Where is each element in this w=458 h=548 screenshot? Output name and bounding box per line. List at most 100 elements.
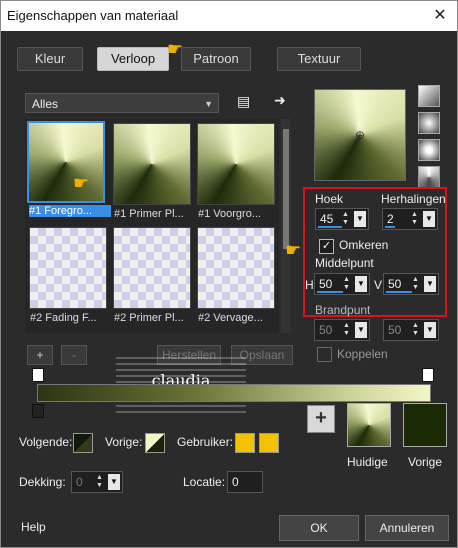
middelpunt-v-value: 50 — [388, 277, 402, 291]
chevron-down-icon[interactable]: ▼ — [424, 322, 436, 338]
radial-gradient-style-button[interactable] — [418, 166, 440, 188]
gallery-item-label: #2 Fading F... — [30, 312, 97, 324]
spin-arrows-icon[interactable]: ▲ ▼ — [343, 276, 353, 292]
category-value: Alles — [32, 97, 59, 111]
previous-color-swatch[interactable] — [403, 403, 447, 447]
list-view-icon[interactable]: ▤ — [237, 93, 250, 110]
help-link[interactable]: Help — [21, 520, 46, 534]
volgende-swatch[interactable] — [73, 433, 93, 453]
spin-arrows-icon[interactable]: ▲ ▼ — [342, 211, 352, 227]
scrollbar-thumb[interactable] — [283, 129, 289, 249]
v-label: V — [374, 278, 383, 292]
herhalingen-slider[interactable] — [385, 226, 395, 228]
chevron-down-icon[interactable]: ▼ — [354, 211, 366, 227]
gallery-item[interactable]: #2 Vervage... — [197, 227, 275, 324]
spin-arrows-icon[interactable]: ▲ ▼ — [96, 474, 106, 490]
middelpunt-v-input[interactable]: 50 ▲ ▼ ▼ — [383, 273, 439, 295]
window-title: Eigenschappen van materiaal — [7, 8, 179, 23]
gebruiker-swatch-2[interactable] — [259, 433, 279, 453]
dekking-label: Dekking: — [19, 475, 66, 489]
add-stop-button[interactable]: + — [27, 345, 53, 365]
brandpunt-v-input[interactable]: 50 ▲ ▼ ▼ — [383, 319, 439, 341]
remove-stop-button[interactable]: - — [61, 345, 87, 365]
gallery-item-label: #2 Primer Pl... — [114, 312, 184, 324]
gallery-item[interactable]: #2 Primer Pl... — [113, 227, 191, 324]
spin-arrows-icon[interactable]: ▲ ▼ — [412, 322, 422, 338]
gradient-editor-bar[interactable] — [37, 384, 431, 402]
gallery-item[interactable]: #2 Fading F... — [29, 227, 107, 324]
opacity-stop-marker-left[interactable] — [32, 368, 44, 382]
herhalingen-value: 2 — [387, 212, 394, 226]
sunburst-gradient-style-button[interactable] — [418, 139, 440, 161]
chevron-down-icon[interactable]: ▼ — [108, 474, 120, 490]
locatie-input[interactable]: 0 — [227, 471, 263, 493]
tab-textuur[interactable]: Textuur — [277, 47, 361, 71]
watermark-logo: claudia — [116, 353, 246, 413]
gebruiker-label: Gebruiker: — [177, 435, 234, 449]
gebruiker-swatch-1[interactable] — [235, 433, 255, 453]
gallery-item[interactable]: #1 Voorgro... — [197, 123, 275, 220]
herhalingen-input[interactable]: 2 ▲ ▼ ▼ — [382, 208, 438, 230]
middelpunt-h-slider[interactable] — [317, 291, 343, 293]
material-properties-dialog: Eigenschappen van materiaal ✕ Kleur Verl… — [0, 0, 458, 548]
pointing-hand-icon: ☛ — [285, 240, 302, 260]
chevron-down-icon: ▼ — [204, 99, 213, 109]
gallery-item-label: #1 Foregro... — [29, 205, 111, 217]
title-bar: Eigenschappen van materiaal ✕ — [1, 1, 457, 31]
color-stop-marker-left[interactable] — [32, 404, 44, 418]
koppelen-checkbox[interactable] — [317, 347, 332, 362]
add-color-button[interactable]: + — [307, 405, 335, 433]
koppelen-label: Koppelen — [337, 347, 388, 361]
chevron-down-icon[interactable]: ▼ — [423, 211, 435, 227]
locatie-value: 0 — [232, 475, 239, 489]
tab-verloop[interactable]: Verloop — [97, 47, 169, 71]
omkeren-checkbox[interactable]: ✓ — [319, 239, 334, 254]
brandpunt-h-input[interactable]: 50 ▲ ▼ ▼ — [314, 319, 370, 341]
tab-patroon[interactable]: Patroon — [181, 47, 251, 71]
hoek-slider[interactable] — [318, 226, 342, 228]
gallery-item-label: #1 Primer Pl... — [114, 208, 184, 220]
locatie-label: Locatie: — [183, 475, 226, 489]
gallery-item[interactable]: #1 Foregro... — [27, 121, 111, 217]
cancel-button[interactable]: Annuleren — [365, 515, 449, 541]
hoek-input[interactable]: 45 ▲ ▼ ▼ — [315, 208, 369, 230]
middelpunt-v-slider[interactable] — [386, 291, 412, 293]
gallery-scrollbar[interactable] — [281, 119, 291, 333]
chevron-down-icon[interactable]: ▼ — [424, 276, 436, 292]
herhalingen-label: Herhalingen — [381, 192, 446, 206]
previous-label: Vorige — [408, 455, 443, 469]
opacity-stop-marker-right[interactable] — [422, 368, 434, 382]
pointing-hand-icon: ☛ — [167, 39, 184, 59]
volgende-label: Volgende: — [19, 435, 73, 449]
hoek-label: Hoek — [315, 192, 344, 206]
spin-arrows-icon[interactable]: ▲ ▼ — [412, 276, 422, 292]
rectangular-gradient-style-button[interactable] — [418, 112, 440, 134]
tab-kleur[interactable]: Kleur — [17, 47, 83, 71]
gallery-item-label: #1 Voorgro... — [198, 208, 261, 220]
brandpunt-label: Brandpunt — [315, 303, 371, 317]
dekking-input[interactable]: 0 ▲ ▼ ▼ — [71, 471, 123, 493]
middelpunt-h-value: 50 — [319, 277, 333, 291]
gradient-gallery: #1 Foregro... #1 Primer Pl... #1 Voorgro… — [25, 119, 279, 333]
linear-gradient-style-button[interactable] — [418, 85, 440, 107]
gallery-item[interactable]: #1 Primer Pl... — [113, 123, 191, 220]
category-dropdown[interactable]: Alles ▼ — [25, 93, 219, 113]
spin-arrows-icon[interactable]: ▲ ▼ — [343, 322, 353, 338]
chevron-down-icon[interactable]: ▼ — [355, 276, 367, 292]
close-icon[interactable]: ✕ — [431, 7, 449, 25]
h-label: H — [305, 278, 314, 292]
middelpunt-label: Middelpunt — [315, 256, 374, 270]
gallery-item-label: #2 Vervage... — [198, 312, 263, 324]
gradient-preview[interactable]: ⊕ — [314, 89, 406, 181]
brandpunt-h-value: 50 — [319, 323, 333, 337]
ok-button[interactable]: OK — [279, 515, 359, 541]
vorige-swatch[interactable] — [145, 433, 165, 453]
current-label: Huidige — [347, 455, 388, 469]
arrow-right-icon[interactable]: ➜ — [274, 92, 286, 109]
middelpunt-h-input[interactable]: 50 ▲ ▼ ▼ — [314, 273, 370, 295]
omkeren-label: Omkeren — [339, 238, 389, 252]
spin-arrows-icon[interactable]: ▲ ▼ — [411, 211, 421, 227]
current-color-swatch[interactable] — [347, 403, 391, 447]
chevron-down-icon[interactable]: ▼ — [355, 322, 367, 338]
crosshair-icon: ⊕ — [355, 128, 366, 142]
